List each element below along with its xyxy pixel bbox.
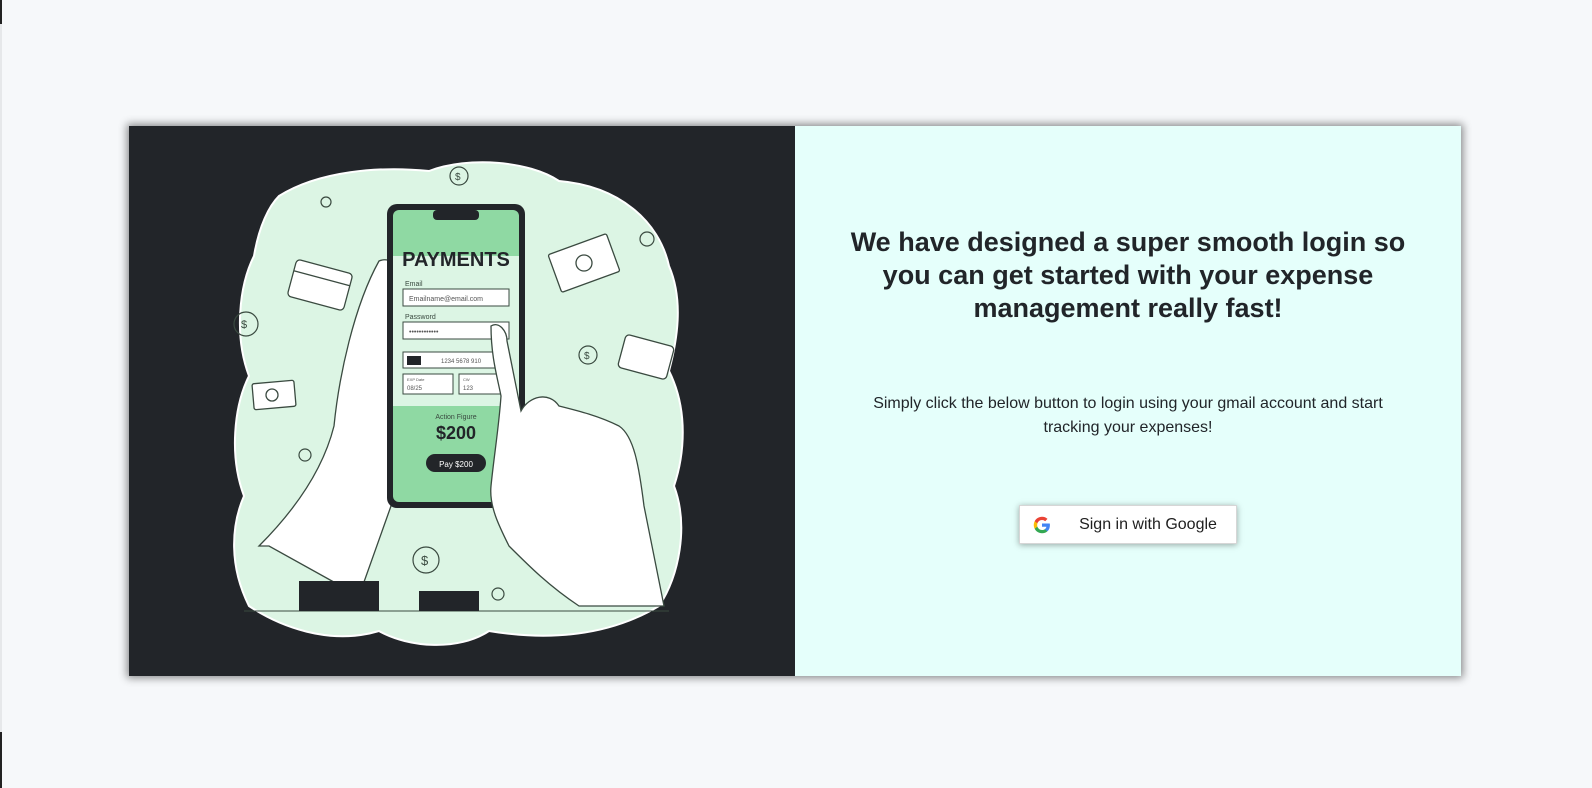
exp-value: 08/25: [407, 386, 423, 392]
password-value: ••••••••••••: [409, 329, 439, 336]
google-sign-in-button[interactable]: Sign in with Google: [1019, 505, 1237, 544]
exp-label: EXP Date: [407, 377, 425, 382]
window-edge-mark: [0, 732, 2, 788]
amount-value: $200: [436, 423, 476, 443]
payment-illustration: $ $ $ $ PAYMENTS Email Emailname@email.c…: [233, 161, 684, 646]
pay-button-illustration: Pay $200: [439, 460, 473, 469]
login-card: $ $ $ $ PAYMENTS Email Emailname@email.c…: [129, 126, 1461, 676]
svg-text:$: $: [421, 553, 429, 568]
svg-text:$: $: [241, 319, 247, 331]
login-headline: We have designed a super smooth login so…: [850, 227, 1406, 323]
email-label: Email: [405, 281, 423, 288]
login-panel: We have designed a super smooth login so…: [795, 126, 1461, 676]
google-button-label: Sign in with Google: [1079, 515, 1217, 533]
window-edge: [0, 0, 2, 788]
google-g-icon: [1032, 515, 1052, 535]
amount-label: Action Figure: [435, 414, 476, 421]
password-label: Password: [405, 314, 436, 321]
illustration-panel: $ $ $ $ PAYMENTS Email Emailname@email.c…: [129, 126, 795, 676]
window-edge-mark: [0, 0, 2, 24]
phone-title: PAYMENTS: [402, 249, 510, 271]
cvv-value: 123: [463, 386, 474, 392]
email-placeholder: Emailname@email.com: [409, 296, 483, 303]
login-subtext: Simply click the below button to login u…: [873, 395, 1383, 436]
cvv-label: CW: [463, 377, 470, 382]
card-number: 1234 5678 910: [441, 359, 482, 365]
svg-text:$: $: [455, 172, 461, 183]
svg-text:$: $: [584, 351, 590, 362]
